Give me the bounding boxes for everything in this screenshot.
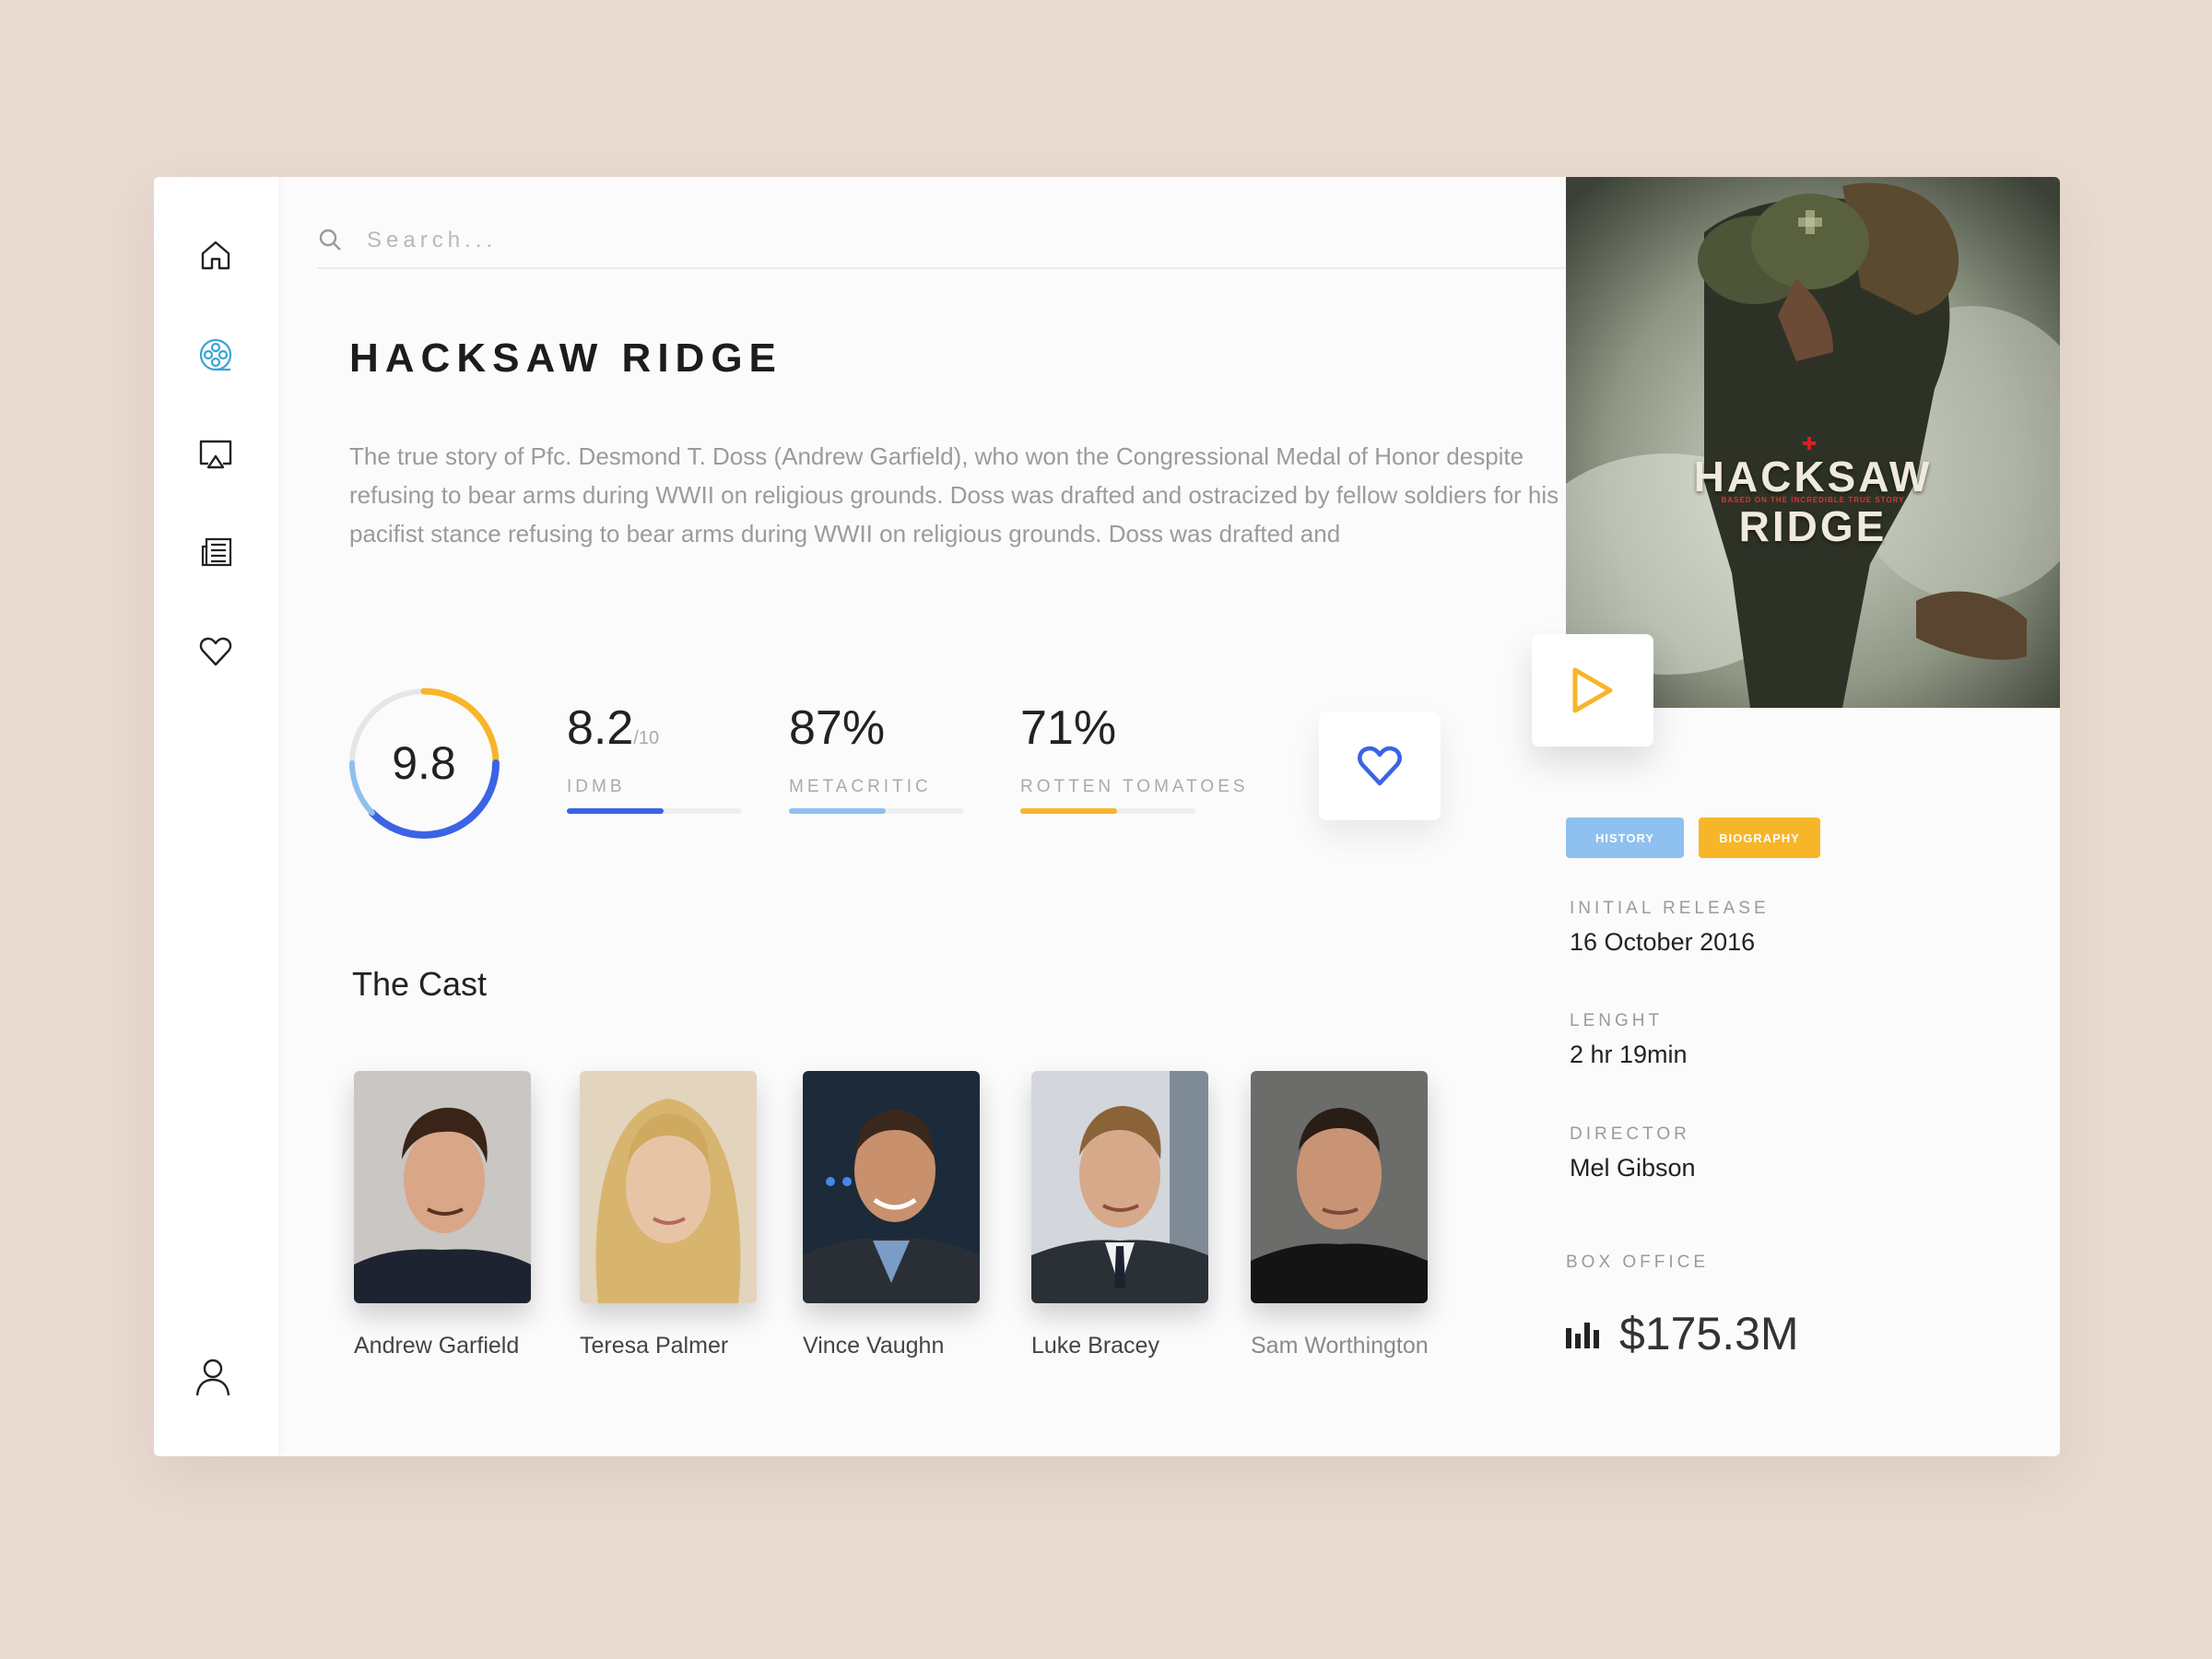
rating-imdb: 8.2/10 IDMB xyxy=(567,702,742,814)
box-office-value: $175.3M xyxy=(1619,1308,1799,1359)
cast-photo xyxy=(1251,1071,1428,1303)
cast-name: Teresa Palmer xyxy=(580,1333,729,1359)
rating-bar xyxy=(789,808,964,814)
rating-label: IDMB xyxy=(567,777,626,796)
movie-title: HACKSAW RIDGE xyxy=(349,335,782,381)
box-office: $175.3M xyxy=(1566,1307,1799,1360)
news-icon[interactable] xyxy=(194,531,237,573)
rating-rotten-tomatoes: 71% ROTTEN TOMATOES xyxy=(1020,702,1249,814)
rating-bar-fill xyxy=(789,808,886,814)
heart-icon[interactable] xyxy=(194,630,237,673)
heart-icon xyxy=(1358,746,1402,786)
sidebar xyxy=(154,177,278,1456)
rating-value: 8.2 xyxy=(567,701,634,755)
movie-poster: HACKSAW BASED ON THE INCREDIBLE TRUE STO… xyxy=(1566,177,2060,708)
rating-value: 71% xyxy=(1020,701,1117,755)
play-trailer-button[interactable] xyxy=(1532,634,1653,747)
rating-bar xyxy=(567,808,742,814)
cast-photo xyxy=(1031,1071,1208,1303)
cast-photo xyxy=(580,1071,757,1303)
home-icon[interactable] xyxy=(194,234,237,276)
overall-score-value: 9.8 xyxy=(392,737,456,789)
cast-card[interactable]: Luke Bracey xyxy=(1031,1071,1210,1359)
cast-card[interactable]: Sam Worthington xyxy=(1251,1071,1430,1359)
poster-title-line2: RIDGE xyxy=(1738,502,1888,550)
cast-name: Luke Bracey xyxy=(1031,1333,1159,1359)
cast-card[interactable]: Andrew Garfield xyxy=(354,1071,533,1359)
cast-card[interactable]: Teresa Palmer xyxy=(580,1071,759,1359)
airplay-icon[interactable] xyxy=(194,433,237,476)
bar-chart-icon xyxy=(1566,1323,1599,1348)
app-window: HACKSAW RIDGE The true story of Pfc. Des… xyxy=(154,177,2060,1456)
cast-card[interactable]: Vince Vaughn xyxy=(803,1071,982,1359)
search-input[interactable] xyxy=(365,221,1198,260)
rating-value: 87% xyxy=(789,701,886,755)
genre-tag-biography[interactable]: BIOGRAPHY xyxy=(1699,818,1820,858)
overall-score-ring: 9.8 xyxy=(345,684,503,842)
rating-bar xyxy=(1020,808,1195,814)
rating-label: METACRITIC xyxy=(789,777,932,796)
length-value: 2 hr 19min xyxy=(1570,1041,1688,1068)
box-office-label: BOX OFFICE xyxy=(1566,1253,1710,1272)
poster-title-line1: HACKSAW xyxy=(1693,453,1933,500)
cast-name: Andrew Garfield xyxy=(354,1333,520,1359)
rating-bar-fill xyxy=(1020,808,1117,814)
cast-photo xyxy=(354,1071,531,1303)
cast-name: Sam Worthington xyxy=(1251,1333,1429,1359)
director-value: Mel Gibson xyxy=(1570,1154,1696,1182)
cast-name: Vince Vaughn xyxy=(803,1333,945,1359)
movie-description: The true story of Pfc. Desmond T. Doss (… xyxy=(349,442,1559,547)
release-label: INITIAL RELEASE xyxy=(1570,899,1770,918)
genre-tag-history[interactable]: HISTORY xyxy=(1566,818,1684,858)
search-bar xyxy=(317,214,1690,269)
search-icon xyxy=(319,229,341,251)
rating-metacritic: 87% METACRITIC xyxy=(789,702,964,814)
film-reel-icon[interactable] xyxy=(194,334,237,376)
play-icon xyxy=(1572,667,1613,713)
rating-label: ROTTEN TOMATOES xyxy=(1020,777,1249,796)
length-label: LENGHT xyxy=(1570,1011,1664,1030)
cast-photo xyxy=(803,1071,980,1303)
director-label: DIRECTOR xyxy=(1570,1124,1690,1144)
favorite-button[interactable] xyxy=(1319,712,1441,820)
user-icon[interactable] xyxy=(194,1357,237,1399)
cast-title: The Cast xyxy=(352,965,488,1003)
rating-suffix: /10 xyxy=(633,728,660,748)
rating-bar-fill xyxy=(567,808,664,814)
release-value: 16 October 2016 xyxy=(1570,928,1756,956)
